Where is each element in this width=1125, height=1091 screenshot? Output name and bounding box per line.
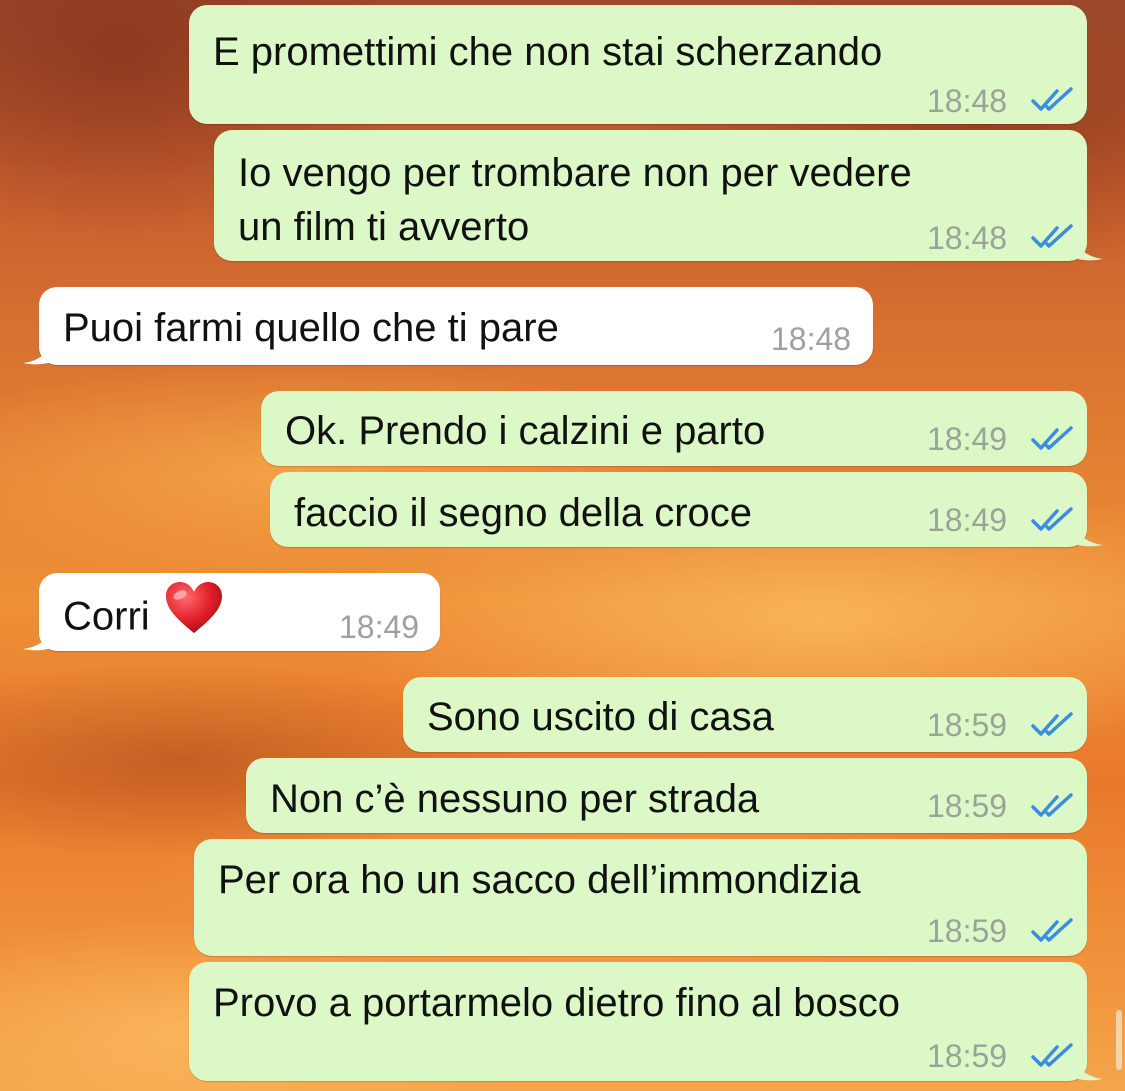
- message-text: Puoi farmi quello che ti pare: [63, 306, 559, 350]
- message-bubble-outgoing[interactable]: E promettimi che non stai scherzando 18:…: [189, 5, 1087, 124]
- message-bubble-outgoing[interactable]: Sono uscito di casa 18:59: [403, 677, 1087, 752]
- message-bubble-incoming[interactable]: Puoi farmi quello che ti pare 18:48: [23, 287, 873, 365]
- double-check-icon: [1031, 712, 1073, 736]
- message-text-row: Corri: [63, 582, 224, 653]
- bubble-tail: [1073, 1055, 1103, 1081]
- bubble-tail: [1073, 235, 1103, 261]
- double-check-icon: [1031, 1043, 1073, 1067]
- double-check-icon: [1031, 224, 1073, 248]
- message-timestamp: 18:59: [927, 913, 1008, 949]
- message-bubble-outgoing[interactable]: Io vengo per trombare non per vedere un …: [214, 130, 1103, 261]
- message-bubble-incoming[interactable]: Corri 18:49: [23, 573, 440, 653]
- bubble-tail: [1073, 521, 1103, 547]
- bubble-tail: [23, 625, 53, 651]
- message-timestamp: 18:49: [339, 609, 420, 645]
- message-text: Provo a portarmelo dietro fino al bosco: [213, 981, 901, 1025]
- message-text-line: un film ti avverto: [238, 205, 530, 249]
- double-check-icon: [1031, 426, 1073, 450]
- message-bubble-outgoing[interactable]: Provo a portarmelo dietro fino al bosco …: [189, 962, 1103, 1081]
- message-timestamp: 18:48: [927, 83, 1008, 119]
- message-bubble-outgoing[interactable]: Per ora ho un sacco dell’immondizia 18:5…: [194, 839, 1087, 956]
- scrollbar[interactable]: [1116, 1010, 1122, 1070]
- message-text: faccio il segno della croce: [294, 491, 753, 535]
- chat-screen: { "conversation": { "messages": [ { "dir…: [0, 0, 1125, 1091]
- message-text: Per ora ho un sacco dell’immondizia: [218, 858, 861, 902]
- double-check-icon: [1031, 793, 1073, 817]
- message-timestamp: 18:49: [927, 421, 1008, 457]
- message-text: Ok. Prendo i calzini e parto: [285, 409, 766, 453]
- heart-emoji: [164, 581, 224, 649]
- double-check-icon: [1031, 87, 1073, 111]
- double-check-icon: [1031, 507, 1073, 531]
- message-timestamp: 18:49: [927, 502, 1008, 538]
- message-timestamp: 18:48: [771, 321, 852, 357]
- message-bubble-outgoing[interactable]: faccio il segno della croce 18:49: [270, 472, 1103, 547]
- message-text-line: Io vengo per trombare non per vedere: [238, 151, 912, 195]
- message-text: E promettimi che non stai scherzando: [213, 30, 883, 74]
- message-bubble-outgoing[interactable]: Ok. Prendo i calzini e parto 18:49: [261, 391, 1087, 466]
- message-timestamp: 18:59: [927, 707, 1008, 743]
- message-timestamp: 18:48: [927, 220, 1008, 256]
- message-timestamp: 18:59: [927, 1038, 1008, 1074]
- message-text: Corri: [63, 594, 150, 639]
- message-text: Non c’è nessuno per strada: [270, 777, 760, 821]
- bubble-tail: [23, 339, 53, 365]
- message-bubble-outgoing[interactable]: Non c’è nessuno per strada 18:59: [246, 758, 1087, 833]
- message-text: Sono uscito di casa: [427, 695, 774, 739]
- message-timestamp: 18:59: [927, 788, 1008, 824]
- double-check-icon: [1031, 918, 1073, 942]
